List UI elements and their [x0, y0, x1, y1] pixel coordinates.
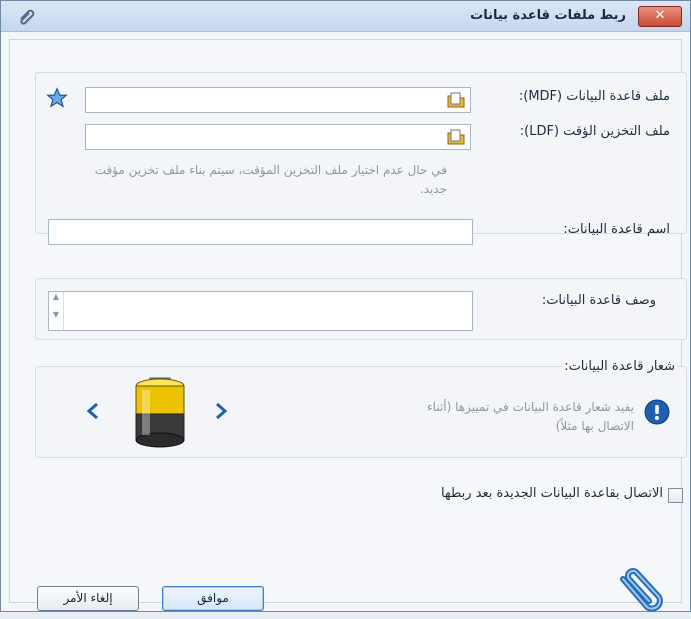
logo-group: شعار قاعدة البيانات: يفيد شعار قاعدة الب… — [35, 359, 687, 458]
ldf-hint: في حال عدم اختيار ملف التخزين المؤقت، سي… — [94, 163, 447, 196]
window-title: ربط ملفات قاعدة بيانات — [470, 8, 626, 23]
db-name-input[interactable] — [48, 219, 473, 245]
db-description-input[interactable]: ▲ ▼ — [48, 291, 473, 331]
connect-after-attach-option[interactable]: الاتصال بقاعدة البيانات الجديدة بعد ربطه… — [360, 486, 690, 504]
close-button[interactable]: ✕ — [638, 6, 682, 27]
cancel-button[interactable]: إلغاء الأمر — [37, 586, 139, 611]
star-icon[interactable] — [46, 87, 68, 109]
logo-group-label: شعار قاعدة البيانات: — [561, 359, 678, 374]
info-icon — [644, 399, 670, 425]
paperclip-icon — [620, 568, 663, 612]
mdf-label: ملف قاعدة البيانات (MDF): — [518, 89, 670, 104]
description-group: وصف قاعدة البيانات: ▲ ▼ — [35, 278, 687, 340]
ok-button[interactable]: موافق — [162, 586, 264, 611]
title-bar: ربط ملفات قاعدة بيانات ✕ — [1, 1, 690, 32]
dialog-window: ربط ملفات قاعدة بيانات ✕ ملف قاعدة البيا… — [0, 0, 691, 612]
chevron-left-icon[interactable] — [86, 402, 100, 420]
chevron-right-icon[interactable] — [214, 402, 228, 420]
connect-after-attach-checkbox[interactable] — [668, 488, 683, 503]
ldf-label: ملف التخزين الؤقت (LDF): — [519, 124, 670, 139]
mdf-input[interactable] — [85, 87, 471, 113]
vertical-scrollbar[interactable]: ▲ ▼ — [49, 292, 64, 330]
logo-hint: يفيد شعار قاعدة البيانات في تمييزها (أثن… — [427, 400, 634, 433]
paperclip-icon — [20, 9, 35, 25]
dialog-content: ملف قاعدة البيانات (MDF): ملف التخزين ال… — [9, 39, 687, 612]
battery-icon — [135, 377, 185, 448]
folder-icon[interactable] — [447, 129, 465, 145]
db-name-label: اسم قاعدة البيانات: — [563, 222, 670, 237]
ldf-input[interactable] — [85, 124, 471, 150]
connect-after-attach-label: الاتصال بقاعدة البيانات الجديدة بعد ربطه… — [441, 486, 663, 501]
folder-icon[interactable] — [447, 92, 465, 108]
db-description-label: وصف قاعدة البيانات: — [541, 293, 656, 308]
files-group: ملف قاعدة البيانات (MDF): ملف التخزين ال… — [35, 72, 687, 245]
